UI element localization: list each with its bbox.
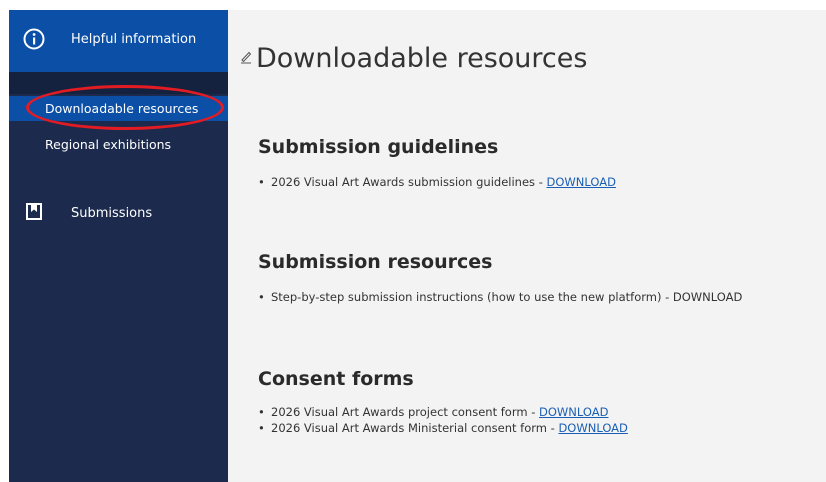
highlight-annotation-circle bbox=[26, 85, 224, 130]
info-icon bbox=[23, 28, 45, 50]
sidebar-item-regional-exhibitions[interactable]: Regional exhibitions bbox=[9, 132, 228, 157]
resource-text: 2026 Visual Art Awards project consent f… bbox=[271, 405, 540, 419]
bookmark-icon bbox=[26, 203, 42, 220]
download-link[interactable]: DOWNLOAD bbox=[558, 421, 627, 435]
resource-text: Step-by-step submission instructions (ho… bbox=[271, 290, 743, 304]
submission-resources-list: Step-by-step submission instructions (ho… bbox=[258, 289, 742, 305]
list-item: Step-by-step submission instructions (ho… bbox=[258, 289, 742, 305]
consent-forms-list: 2026 Visual Art Awards project consent f… bbox=[258, 404, 628, 436]
sidebar-submissions-label: Submissions bbox=[71, 206, 153, 221]
section-heading-submission-guidelines: Submission guidelines bbox=[258, 136, 499, 158]
resource-text: 2026 Visual Art Awards Ministerial conse… bbox=[271, 421, 559, 435]
page-title: Downloadable resources bbox=[256, 43, 588, 74]
download-link[interactable]: DOWNLOAD bbox=[547, 175, 616, 189]
main-content: Downloadable resources Submission guidel… bbox=[228, 10, 826, 482]
list-item: 2026 Visual Art Awards submission guidel… bbox=[258, 174, 616, 190]
section-heading-submission-resources: Submission resources bbox=[258, 251, 493, 273]
sidebar-header-helpful-information[interactable]: Helpful information bbox=[9, 10, 228, 72]
section-heading-consent-forms: Consent forms bbox=[258, 368, 414, 390]
sidebar-header-label: Helpful information bbox=[71, 32, 197, 47]
sidebar: Helpful information Downloadable resourc… bbox=[9, 10, 228, 482]
download-link[interactable]: DOWNLOAD bbox=[539, 405, 608, 419]
list-item: 2026 Visual Art Awards project consent f… bbox=[258, 404, 628, 420]
resource-text: 2026 Visual Art Awards submission guidel… bbox=[271, 175, 547, 189]
submission-guidelines-list: 2026 Visual Art Awards submission guidel… bbox=[258, 174, 616, 190]
list-item: 2026 Visual Art Awards Ministerial conse… bbox=[258, 420, 628, 436]
edit-icon[interactable] bbox=[240, 50, 252, 64]
